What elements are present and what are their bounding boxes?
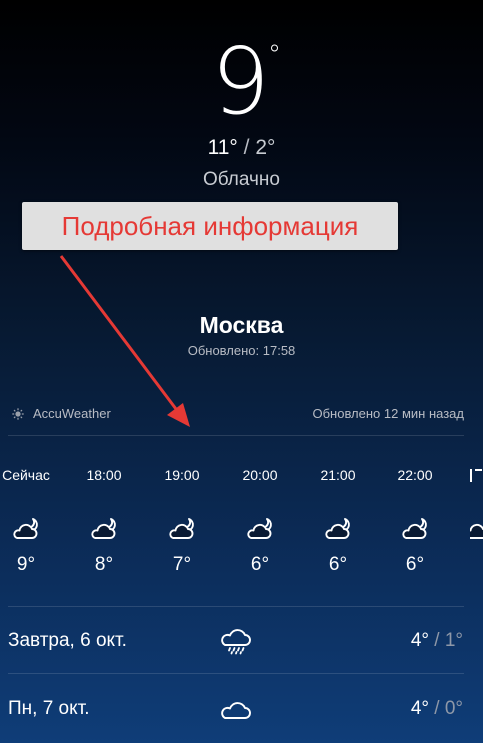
callout-label: Подробная информация: [61, 211, 359, 241]
current-high-low: 11° / 2°: [0, 136, 483, 160]
partly-cloudy-night-icon: [169, 518, 194, 539]
day-separator: /: [428, 698, 445, 719]
day-separator: /: [428, 630, 445, 651]
current-condition: Облачно: [202, 169, 280, 190]
day-label: Пн, 7 окт.: [8, 698, 90, 719]
divider: [8, 435, 464, 436]
hour-time: 19:00: [164, 467, 200, 483]
hour-item[interactable]: Сейчас 9°: [0, 466, 62, 576]
hour-item[interactable]: 21:00 6°: [302, 466, 374, 576]
hour-temperature: 6°: [328, 554, 348, 575]
daily-row[interactable]: Пн, 7 окт. 4° / 0°: [0, 674, 483, 743]
daily-row[interactable]: Завтра, 6 окт. 4° / 1°: [0, 607, 483, 673]
day-high-low: 4° / 1°: [411, 629, 463, 653]
provider-updated: Обновлено 12 мин назад: [312, 406, 464, 421]
provider-attribution[interactable]: AccuWeather: [12, 406, 111, 422]
provider-name: AccuWeather: [33, 406, 111, 421]
rain-cloud-icon: [221, 629, 251, 655]
hour-time: Сейчас: [2, 467, 50, 483]
high-low-separator: /: [237, 136, 256, 159]
current-low: 2°: [255, 136, 276, 159]
hour-temperature: 6°: [405, 554, 425, 575]
day-high: 4°: [410, 698, 429, 719]
hour-item[interactable]: 18:00 8°: [68, 466, 140, 576]
hour-time: 21:00: [320, 467, 356, 483]
day-low: 1°: [444, 630, 463, 651]
hour-time-partial: [470, 466, 483, 484]
city-name[interactable]: Москва: [0, 311, 483, 339]
current-high: 11°: [207, 136, 238, 159]
hour-item-partial[interactable]: [470, 466, 483, 586]
partly-cloudy-night-icon: [13, 518, 38, 539]
partly-cloudy-night-icon: [470, 523, 483, 539]
partly-cloudy-night-icon: [325, 518, 350, 539]
day-high: 4°: [410, 630, 429, 651]
current-temperature: 9: [211, 28, 272, 135]
cloud-icon: [221, 702, 251, 719]
day-label: Завтра, 6 окт.: [8, 630, 127, 651]
hour-temperature: 8°: [94, 554, 114, 575]
hour-temperature: 6°: [250, 554, 270, 575]
day-high-low: 4° / 0°: [411, 697, 463, 721]
partly-cloudy-night-icon: [402, 518, 427, 539]
hourly-forecast[interactable]: Сейчас 9° 18:00 8° 19:00 7° 20:00 6° 21:…: [0, 466, 483, 586]
hour-item[interactable]: 19:00 7°: [146, 466, 218, 576]
hour-item[interactable]: 22:00 6°: [379, 466, 451, 576]
sun-icon: [12, 408, 24, 420]
hour-time: 22:00: [397, 467, 433, 483]
last-updated: Обновлено: 17:58: [187, 343, 296, 358]
hour-time: 18:00: [86, 467, 122, 483]
hour-time: 20:00: [242, 467, 278, 483]
partly-cloudy-night-icon: [247, 518, 272, 539]
degree-sign: °: [268, 40, 281, 70]
hour-temperature: 9°: [16, 554, 36, 575]
hour-temperature: 7°: [172, 554, 192, 575]
partly-cloudy-night-icon: [91, 518, 116, 539]
day-low: 0°: [444, 698, 463, 719]
hour-item[interactable]: 20:00 6°: [224, 466, 296, 576]
